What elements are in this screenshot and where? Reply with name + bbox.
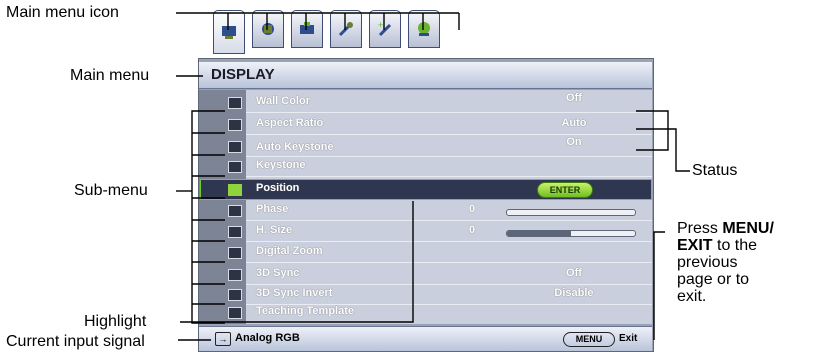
callout-leader-lines <box>176 12 690 341</box>
